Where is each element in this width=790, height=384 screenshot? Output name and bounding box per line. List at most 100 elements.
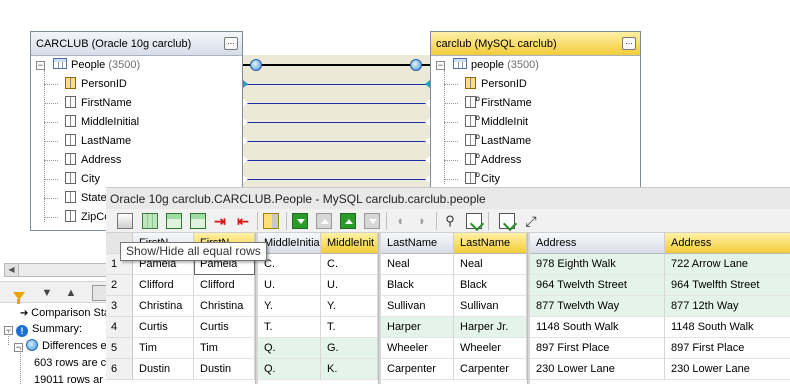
table-cell[interactable]: Tim (194, 338, 255, 359)
table-cell[interactable]: Black (381, 275, 454, 296)
table-cell[interactable]: Tim (133, 338, 194, 359)
maximize-icon[interactable]: ⤢ (523, 213, 539, 229)
column-mapping-link[interactable] (243, 122, 430, 123)
left-database-title-bar[interactable]: CARCLUB (Oracle 10g carclub) ... (31, 32, 242, 56)
merge-right-to-left-icon[interactable]: ⇤ (235, 213, 251, 229)
table-cell[interactable]: K. (321, 359, 378, 380)
table-cell[interactable]: 230 Lower Lane (665, 359, 790, 380)
show-left-only-rows-icon[interactable] (166, 213, 182, 229)
table-cell[interactable]: C. (258, 254, 321, 275)
column-header[interactable]: LastName (381, 233, 454, 254)
filter-icon[interactable] (2, 285, 25, 304)
column-header[interactable]: Address (530, 233, 665, 254)
show-hide-equal-rows-button[interactable] (117, 213, 133, 229)
move-down-icon[interactable]: ▼ (39, 285, 55, 301)
table-cell[interactable]: 722 Arrow Lane (665, 254, 790, 275)
table-cell[interactable]: C. (321, 254, 378, 275)
table-cell[interactable]: Curtis (133, 317, 194, 338)
table-cell[interactable]: 1148 South Walk (665, 317, 790, 338)
column-mapping-link[interactable] (243, 84, 430, 85)
table-cell[interactable]: 964 Twelfth Street (665, 275, 790, 296)
columns-toggle-icon[interactable] (263, 213, 279, 229)
table-cell[interactable]: Wheeler (381, 338, 454, 359)
right-column-firstname[interactable]: FirstName (431, 91, 532, 113)
table-cell[interactable]: Clifford (133, 275, 194, 296)
table-cell[interactable]: 978 Eighth Walk (530, 254, 665, 275)
right-connector-icon[interactable] (410, 59, 422, 71)
move-up-icon[interactable]: ▲ (63, 285, 79, 301)
column-header[interactable]: MiddleInitial (258, 233, 321, 254)
left-column-personid[interactable]: PersonID (31, 75, 127, 94)
table-cell[interactable]: U. (321, 275, 378, 296)
table-cell[interactable]: U. (258, 275, 321, 296)
table-cell[interactable]: 1148 South Walk (530, 317, 665, 338)
summary-item[interactable]: ➔ Comparison Sta (20, 305, 110, 321)
table-cell[interactable]: Christina (194, 296, 255, 317)
table-cell[interactable]: 877 12th Way (665, 296, 790, 317)
left-column-zipco[interactable]: ZipCo (31, 208, 110, 227)
table-cell[interactable]: 897 First Place (665, 338, 790, 359)
merge-left-to-right-icon[interactable]: ⇥ (212, 213, 228, 229)
table-cell[interactable]: Sullivan (381, 296, 454, 317)
left-connector-icon[interactable] (250, 59, 262, 71)
summary-item[interactable]: −! Summary: (4, 321, 82, 337)
table-cell[interactable]: T. (321, 317, 378, 338)
left-column-state[interactable]: State (31, 189, 107, 208)
table-cell[interactable]: Harper (381, 317, 454, 338)
right-table-node[interactable]: − people (3500) (431, 56, 539, 75)
summary-item[interactable]: 19011 rows ar (34, 372, 103, 384)
table-cell[interactable]: Harper Jr. (454, 317, 527, 338)
table-cell[interactable]: Curtis (194, 317, 255, 338)
table-cell[interactable]: Wheeler (454, 338, 527, 359)
collapse-icon[interactable]: − (14, 343, 23, 352)
right-database-title-bar[interactable]: carclub (MySQL carclub) ... (431, 32, 640, 56)
table-cell[interactable]: Christina (133, 296, 194, 317)
table-cell[interactable]: 964 Twelvth Street (530, 275, 665, 296)
scroll-left-arrow-icon[interactable]: ◀ (5, 264, 19, 276)
table-cell[interactable]: Neal (381, 254, 454, 275)
table-cell[interactable]: Y. (321, 296, 378, 317)
table-cell[interactable]: Q. (258, 338, 321, 359)
left-column-middleinitial[interactable]: MiddleInitial (31, 113, 139, 132)
table-cell[interactable]: Clifford (194, 275, 255, 296)
left-column-address[interactable]: Address (31, 151, 121, 170)
table-cell[interactable]: 897 First Place (530, 338, 665, 359)
merge-cell-left-icon[interactable]: ◗ (414, 213, 430, 229)
table-cell[interactable]: Carpenter (454, 359, 527, 380)
horizontal-scrollbar[interactable]: ◀ (4, 263, 110, 277)
previous-different-row-icon[interactable] (364, 213, 380, 229)
column-mapping-link[interactable] (243, 141, 430, 142)
table-cell[interactable]: Black (454, 275, 527, 296)
left-column-firstname[interactable]: FirstName (31, 94, 132, 113)
right-column-lastname[interactable]: LastName (431, 129, 531, 151)
table-cell[interactable]: Dustin (133, 359, 194, 380)
left-database-options-button[interactable]: ... (224, 37, 238, 50)
table-cell[interactable]: Q. (258, 359, 321, 380)
table-cell[interactable]: Dustin (194, 359, 255, 380)
table-cell[interactable]: Neal (454, 254, 527, 275)
column-header[interactable]: LastName (454, 233, 527, 254)
column-mapping-link[interactable] (243, 103, 430, 104)
summary-item[interactable]: 603 rows are c (34, 355, 106, 371)
left-column-lastname[interactable]: LastName (31, 132, 131, 151)
show-right-only-rows-icon[interactable] (190, 213, 206, 229)
next-difference-icon[interactable] (292, 213, 308, 229)
column-mapping-link[interactable] (243, 160, 430, 161)
merge-cell-right-icon[interactable]: ◖ (392, 213, 408, 229)
previous-difference-icon[interactable] (316, 213, 332, 229)
summary-item[interactable]: − Differences e (14, 338, 107, 354)
left-column-city[interactable]: City (31, 170, 100, 189)
table-cell[interactable]: Carpenter (381, 359, 454, 380)
table-cell[interactable]: 877 Twelvth Way (530, 296, 665, 317)
table-mapping-link[interactable] (243, 64, 430, 66)
table-cell[interactable]: G. (321, 338, 378, 359)
report-icon[interactable] (466, 213, 482, 229)
export-icon[interactable] (499, 213, 515, 229)
left-table-node[interactable]: − People (3500) (31, 56, 140, 75)
find-icon[interactable]: ⚲ (442, 213, 458, 229)
left-collapse-icon[interactable]: − (36, 61, 45, 70)
show-different-rows-icon[interactable] (142, 213, 158, 229)
table-cell[interactable]: Sullivan (454, 296, 527, 317)
next-different-row-icon[interactable] (340, 213, 356, 229)
column-header[interactable]: Address (665, 233, 790, 254)
